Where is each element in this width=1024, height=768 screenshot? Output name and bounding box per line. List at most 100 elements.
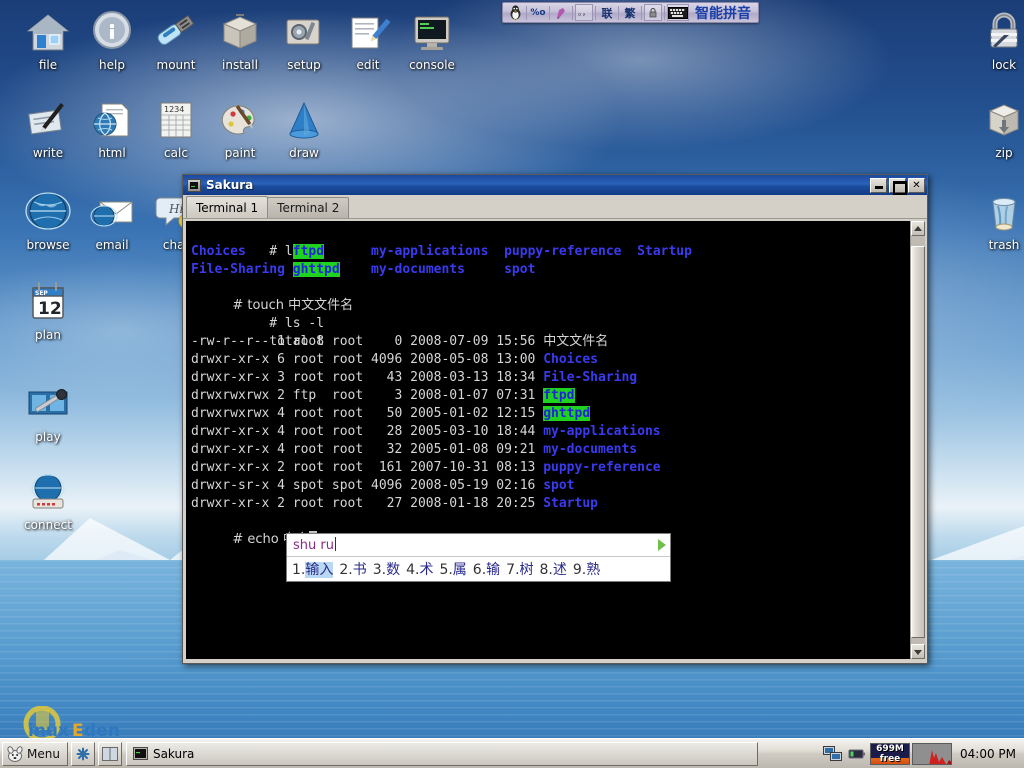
ime-caret	[334, 537, 336, 551]
ls-entry-ghttpd: ghttpd	[292, 262, 340, 277]
lock-icon[interactable]	[644, 4, 662, 21]
envelope-globe-icon	[88, 188, 136, 236]
task-button-list[interactable]: Sakura	[125, 741, 818, 766]
terminal-line-listing: drwxr-xr-x 2 root root 27 2008-01-18 20:…	[191, 495, 909, 513]
tab-terminal-1[interactable]: Terminal 1	[186, 196, 269, 218]
network-monitor-icon[interactable]	[822, 743, 844, 765]
ime-candidate-7[interactable]: 7.树	[506, 559, 533, 579]
traditional-chinese-icon[interactable]: 繁	[621, 4, 639, 21]
ime-candidate-5[interactable]: 5.属	[439, 559, 466, 579]
terminal-line-listing: -rw-r--r-- 1 root root 0 2008-07-09 15:5…	[191, 333, 909, 351]
workspace-pager-button[interactable]	[97, 741, 122, 766]
scroll-down-button[interactable]	[911, 644, 925, 659]
desktop-icon-plan[interactable]: SEP 12 plan	[6, 278, 90, 342]
memory-monitor[interactable]: 699M free	[870, 742, 910, 765]
punctuation-icon[interactable]: 。，	[575, 4, 593, 21]
desktop-icon-label: zip	[995, 146, 1013, 160]
system-tray[interactable]: 699M free 04:00 PM	[822, 741, 1022, 767]
ime-candidate-2[interactable]: 2.书	[339, 559, 366, 579]
memory-value: 699M	[876, 743, 904, 754]
show-desktop-button[interactable]	[70, 741, 95, 766]
ime-candidate-3[interactable]: 3.数	[373, 559, 400, 579]
listing-meta: drwxr-xr-x 6 root root 4096 2008-05-08 1…	[191, 352, 544, 367]
scrollbar-thumb[interactable]	[911, 246, 925, 638]
scroll-up-button[interactable]	[911, 221, 925, 236]
desktop-icon-play[interactable]: play	[6, 380, 90, 444]
minimize-button[interactable]	[870, 177, 887, 193]
install-box-icon	[216, 8, 264, 56]
ime-candidate-8[interactable]: 8.述	[540, 559, 567, 579]
globe-icon	[24, 188, 72, 236]
terminal-line: File-Sharing ghttpd my-documents spot	[191, 261, 909, 279]
scrollbar-track[interactable]	[911, 236, 925, 644]
desktop-icon-zip[interactable]: zip	[962, 96, 1024, 160]
listing-filename: puppy-reference	[543, 460, 661, 475]
cpu-graph-icon	[913, 743, 951, 764]
terminal-text: # touch 中文文件名	[232, 298, 354, 313]
listing-filename: Choices	[543, 352, 598, 367]
terminal-line-listing: drwxr-xr-x 2 root root 161 2007-10-31 08…	[191, 459, 909, 477]
ime-candidate-4[interactable]: 4.术	[406, 559, 433, 579]
terminal-line-prompt: # echo 中文	[191, 513, 909, 547]
battery-icon[interactable]	[846, 743, 868, 765]
ime-candidate-text: 树	[519, 562, 534, 578]
cpu-monitor[interactable]	[912, 742, 952, 765]
maximize-button[interactable]	[889, 177, 907, 195]
terminal-line-listing: drwxr-xr-x 3 root root 43 2008-03-13 18:…	[191, 369, 909, 387]
terminal-tabstrip[interactable]: Terminal 1 Terminal 2	[183, 195, 927, 219]
ime-toolbar[interactable]: %o 。， 联 繁 智能拼音	[502, 2, 759, 23]
palette-icon	[216, 96, 264, 144]
ime-pinyin-value: shu ru	[293, 538, 334, 553]
ime-candidate-window[interactable]: shu ru 1.输入 2.书 3.数 4.术 5.属 6.输 7.树 8.述 9.熟	[286, 533, 671, 582]
tab-label: Terminal 1	[196, 200, 259, 215]
desktop-icon-label: play	[35, 430, 61, 444]
desktop-icon-draw[interactable]: draw	[262, 96, 346, 160]
ime-candidate-text: 书	[352, 562, 367, 578]
next-page-arrow-icon[interactable]	[658, 539, 666, 551]
ime-pinyin-row[interactable]: shu ru	[287, 534, 670, 557]
ime-separator	[641, 5, 642, 20]
window-titlebar[interactable]: Sakura ✕	[183, 175, 927, 195]
soft-keyboard-icon[interactable]	[667, 4, 689, 21]
ime-candidate-9[interactable]: 9.熟	[573, 559, 600, 579]
taskbar-clock[interactable]: 04:00 PM	[954, 747, 1020, 761]
padlock-icon	[980, 8, 1024, 56]
ime-candidate-list[interactable]: 1.输入 2.书 3.数 4.术 5.属 6.输 7.树 8.述 9.熟	[287, 557, 670, 581]
terminal-line-listing: drwxr-xr-x 6 root root 4096 2008-05-08 1…	[191, 351, 909, 369]
listing-filename: my-documents	[543, 442, 638, 457]
tab-terminal-2[interactable]: Terminal 2	[267, 197, 350, 218]
ime-candidate-6[interactable]: 6.输	[473, 559, 500, 579]
desktop-icon-label: draw	[289, 146, 319, 160]
desktop-icon-label: lock	[991, 58, 1017, 72]
close-button[interactable]: ✕	[908, 177, 925, 193]
modem-globe-icon	[24, 468, 72, 516]
terminal-screen[interactable]: # ls Choices ftpd my-applications puppy-…	[186, 221, 910, 659]
simplified-chinese-icon[interactable]: 联	[598, 4, 616, 21]
desktop-icon-console[interactable]: console	[390, 8, 474, 72]
start-menu-button[interactable]: Menu	[2, 741, 68, 766]
terminal-line: # touch 中文文件名	[191, 279, 909, 313]
monitor-icon	[408, 8, 456, 56]
desktop: file help mount install setup edit conso…	[0, 0, 1024, 768]
ime-candidate-1[interactable]: 1.输入	[292, 559, 334, 579]
taskbar[interactable]: Menu Sakura 699M free 04:00 PM	[0, 738, 1024, 768]
task-button-sakura[interactable]: Sakura	[125, 741, 758, 766]
desktop-icon-lock[interactable]: lock	[962, 8, 1024, 72]
ime-candidate-text: 属	[452, 562, 467, 578]
sakura-terminal-window[interactable]: Sakura ✕ Terminal 1 Terminal 2 # ls Choi…	[182, 174, 928, 664]
pen-icon[interactable]	[552, 4, 570, 21]
ime-candidate-text: 述	[552, 562, 567, 578]
desktop-icon-connect[interactable]: connect	[6, 468, 90, 532]
half-full-width-icon[interactable]: %o	[529, 4, 547, 21]
gear-tools-icon	[280, 8, 328, 56]
info-circle-icon	[88, 8, 136, 56]
pad	[324, 244, 371, 259]
terminal-scrollbar[interactable]	[910, 221, 925, 659]
svg-text:1234: 1234	[164, 105, 184, 114]
ime-candidate-text: 熟	[586, 562, 601, 578]
ls-entry-my-applications: my-applications	[371, 244, 489, 259]
memory-text: 699M free	[871, 744, 909, 764]
listing-meta: drwxr-xr-x 3 root root 43 2008-03-13 18:…	[191, 370, 544, 385]
desktop-icon-trash[interactable]: trash	[962, 188, 1024, 252]
penguin-logo-icon[interactable]	[506, 4, 524, 21]
